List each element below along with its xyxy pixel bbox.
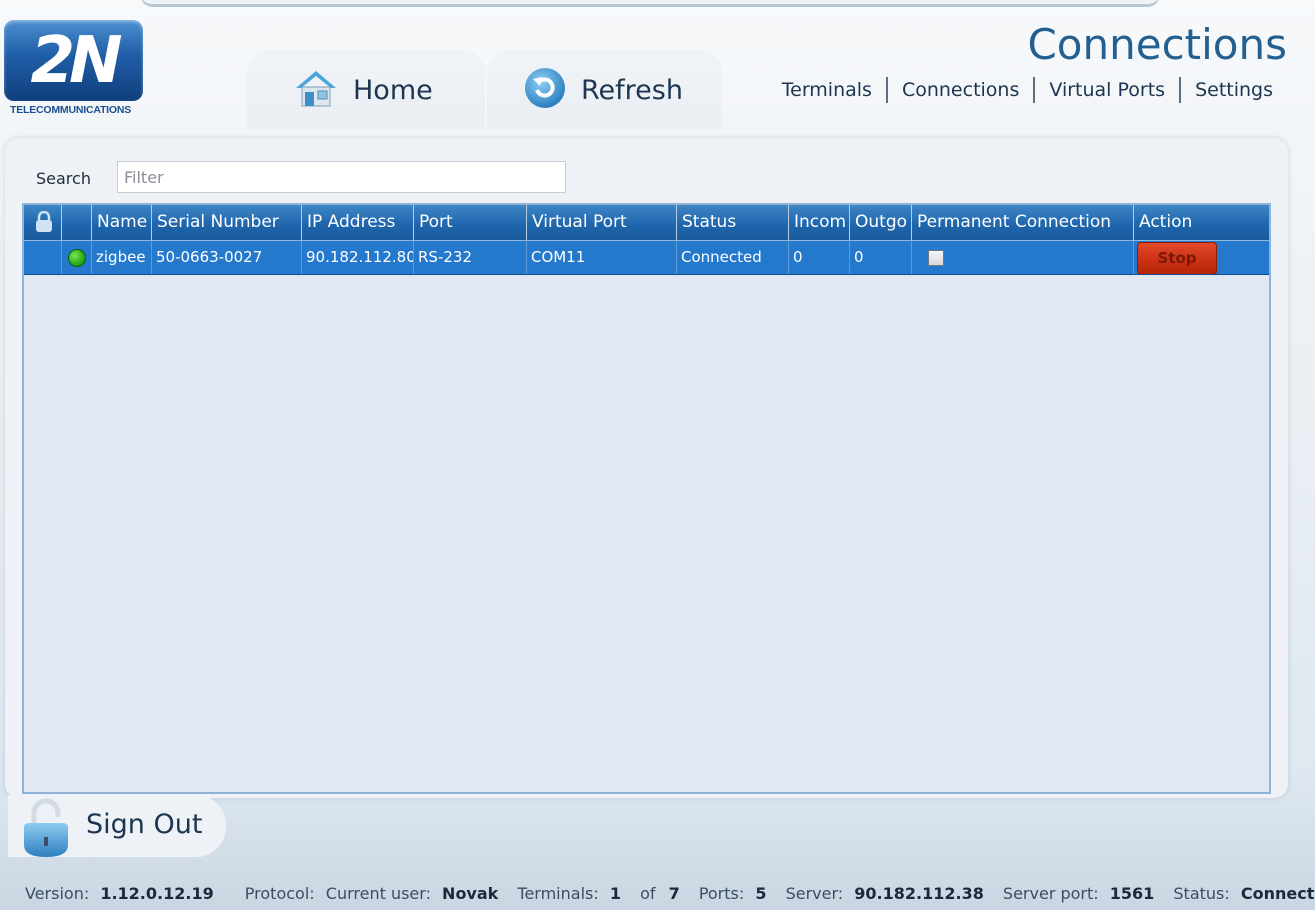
search-input[interactable] xyxy=(117,161,566,193)
status-value: Connected xyxy=(1240,884,1315,903)
permanent-connection-checkbox[interactable] xyxy=(928,250,944,266)
logo-mark: 2N xyxy=(4,20,143,101)
tab-refresh-label: Refresh xyxy=(581,74,683,106)
cell-permanent xyxy=(912,241,1134,274)
connections-table: Name Serial Number IP Address Port Virtu… xyxy=(22,203,1271,794)
table-row[interactable]: zigbee 50-0663-0027 90.182.112.80 RS-232… xyxy=(24,240,1269,275)
logo-subtitle: TELECOMMUNICATIONS xyxy=(10,104,132,116)
nav-separator xyxy=(1179,77,1182,103)
server-port-value: 1561 xyxy=(1109,884,1155,903)
tab-refresh[interactable]: Refresh xyxy=(487,50,722,130)
ports-label: Ports: xyxy=(698,884,745,903)
logo-mark-text: 2N xyxy=(30,23,122,98)
column-header-name[interactable]: Name xyxy=(92,205,152,240)
current-user-label: Current user: xyxy=(325,884,431,903)
column-header-action[interactable]: Action xyxy=(1134,205,1267,240)
row-lock-cell xyxy=(24,241,62,274)
stop-button[interactable]: Stop xyxy=(1137,242,1217,274)
column-header-virtual-port[interactable]: Virtual Port xyxy=(527,205,677,240)
terminals-of: of xyxy=(640,884,656,903)
cell-virtual-port: COM11 xyxy=(527,241,677,274)
terminals-current: 1 xyxy=(609,884,621,903)
nav-separator xyxy=(1033,77,1036,103)
house-icon xyxy=(293,68,339,112)
padlock-icon xyxy=(34,210,54,233)
column-header-serial[interactable]: Serial Number xyxy=(152,205,302,240)
column-header-ip[interactable]: IP Address xyxy=(302,205,414,240)
terminals-label: Terminals: xyxy=(517,884,599,903)
nav-virtual-ports[interactable]: Virtual Ports xyxy=(1049,79,1165,101)
server-label: Server: xyxy=(785,884,844,903)
search-label: Search xyxy=(36,169,91,188)
main-panel: Search Name Serial Number IP Address Por… xyxy=(5,138,1288,798)
nav-connections[interactable]: Connections xyxy=(902,79,1019,101)
sign-out-label: Sign Out xyxy=(86,809,203,840)
column-header-status[interactable]: Status xyxy=(677,205,789,240)
version-value: 1.12.0.12.19 xyxy=(100,884,214,903)
column-header-lock[interactable] xyxy=(24,205,62,240)
cell-status: Connected xyxy=(677,241,789,274)
cell-serial: 50-0663-0027 xyxy=(152,241,302,274)
row-indicator-cell xyxy=(62,241,92,274)
column-header-permanent[interactable]: Permanent Connection xyxy=(912,205,1134,240)
server-port-label: Server port: xyxy=(1002,884,1099,903)
protocol-label: Protocol: xyxy=(244,884,315,903)
nav-separator xyxy=(885,77,888,103)
version-label: Version: xyxy=(25,884,90,903)
sign-out-button[interactable]: Sign Out xyxy=(8,795,226,857)
page-title: Connections xyxy=(1027,20,1287,69)
status-label: Status: xyxy=(1173,884,1230,903)
refresh-icon xyxy=(523,66,567,114)
column-header-indicator[interactable] xyxy=(62,205,92,240)
cell-action: Stop xyxy=(1134,241,1267,274)
current-user-value: Novak xyxy=(442,884,499,903)
table-header: Name Serial Number IP Address Port Virtu… xyxy=(24,205,1269,240)
column-header-port[interactable]: Port xyxy=(414,205,527,240)
tab-home-label: Home xyxy=(353,74,433,106)
unlocked-padlock-icon xyxy=(20,797,72,863)
status-dot-icon xyxy=(68,249,86,267)
column-header-outgoing[interactable]: Outgo xyxy=(850,205,912,240)
tab-home[interactable]: Home xyxy=(247,50,485,130)
server-value: 90.182.112.38 xyxy=(854,884,984,903)
cell-ip: 90.182.112.80 xyxy=(302,241,414,274)
top-navigation: Terminals Connections Virtual Ports Sett… xyxy=(782,77,1273,103)
cell-name: zigbee xyxy=(92,241,152,274)
nav-terminals[interactable]: Terminals xyxy=(782,79,872,101)
status-bar: Version: 1.12.0.12.19 Protocol: Current … xyxy=(25,884,1315,903)
company-logo: 2N TELECOMMUNICATIONS xyxy=(4,20,144,118)
cell-port: RS-232 xyxy=(414,241,527,274)
column-header-incoming[interactable]: Incom xyxy=(789,205,850,240)
cell-outgoing: 0 xyxy=(850,241,912,274)
cell-incoming: 0 xyxy=(789,241,850,274)
terminals-total: 7 xyxy=(668,884,680,903)
window-top-edge xyxy=(140,0,1160,7)
ports-value: 5 xyxy=(755,884,767,903)
nav-settings[interactable]: Settings xyxy=(1195,79,1273,101)
